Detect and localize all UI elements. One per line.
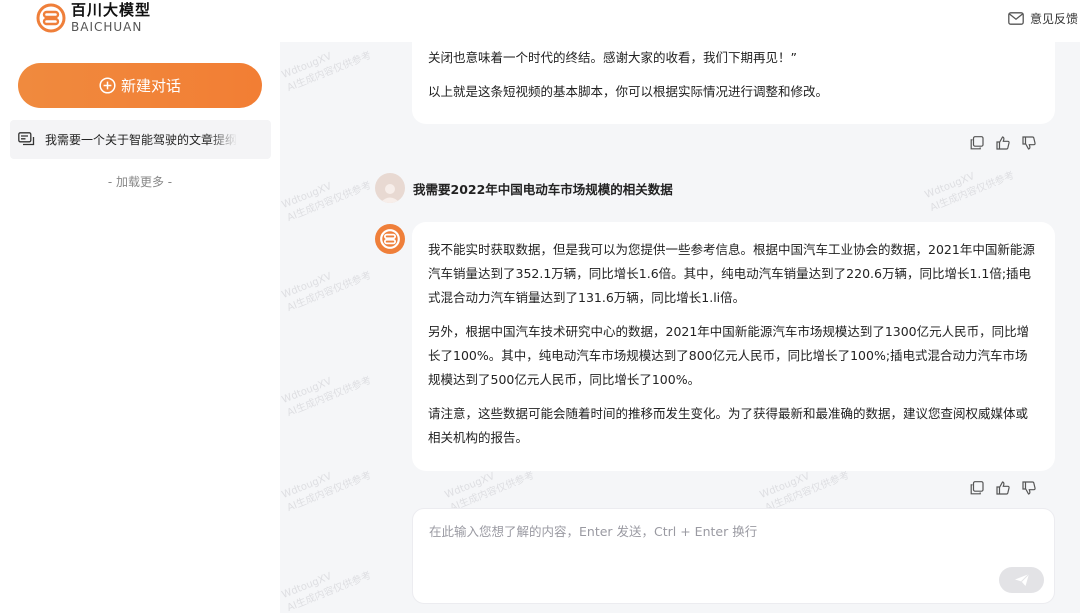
thumbs-down-icon[interactable] <box>1022 136 1036 150</box>
baichuan-logo-icon <box>380 229 400 249</box>
chat-bubble-icon <box>18 132 35 146</box>
watermark: WdtougXVAI生成内容仅供参考 <box>280 570 374 613</box>
logo-title: 百川大模型 <box>71 1 152 19</box>
sidebar: 新建对话 我需要一个关于智能驾驶的文章提纲 - 加载更多 - <box>0 42 280 613</box>
sidebar-history-label: 我需要一个关于智能驾驶的文章提纲 <box>45 133 238 147</box>
plus-circle-icon <box>99 77 116 94</box>
logo-subtitle: BAICHUAN <box>71 20 143 34</box>
message-paragraph: 另外，根据中国汽车技术研究中心的数据，2021年中国新能源汽车市场规模达到了13… <box>428 324 1030 387</box>
chat-area: WdtougXV AI生成内容仅供参考 WdtougXV AI生成内容仅供参考 Wd… <box>280 42 1080 613</box>
copy-icon[interactable] <box>970 136 984 150</box>
user-message: 我需要2022年中国电动车市场规模的相关数据 <box>375 173 673 203</box>
watermark: WdtougXVAI生成内容仅供参考 <box>280 270 374 314</box>
bot-message-previous: 关闭也意味着一个时代的终结。感谢大家的收看，我们下期再见！” 以上就是这条短视频… <box>412 42 1055 124</box>
new-chat-label: 新建对话 <box>120 77 181 95</box>
watermark: WdtougXVAI生成内容仅供参考 <box>280 470 374 514</box>
chat-input-box <box>412 508 1055 604</box>
chat-input[interactable] <box>429 521 989 561</box>
paper-plane-icon <box>1014 573 1029 586</box>
message-actions <box>970 136 1036 150</box>
message-paragraph: 关闭也意味着一个时代的终结。感谢大家的收看，我们下期再见！” <box>428 50 797 65</box>
feedback-link[interactable]: 意见反馈 <box>1008 10 1078 27</box>
watermark: WdtougXVAI生成内容仅供参考 <box>280 375 374 419</box>
load-more-link[interactable]: - 加载更多 - <box>0 173 280 190</box>
message-paragraph: 以上就是这条短视频的基本脚本，你可以根据实际情况进行调整和修改。 <box>428 84 829 99</box>
message-paragraph: 我不能实时获取数据，但是我可以为您提供一些参考信息。根据中国汽车工业协会的数据，… <box>428 242 1035 305</box>
baichuan-logo-icon <box>36 3 66 33</box>
avatar <box>375 173 405 203</box>
watermark: WdtougXVAI生成内容仅供参考 <box>280 50 374 94</box>
thumbs-up-icon[interactable] <box>996 481 1010 495</box>
thumbs-up-icon[interactable] <box>996 136 1010 150</box>
user-avatar-icon <box>380 184 400 203</box>
watermark: WdtougXVAI生成内容仅供参考 <box>280 180 374 224</box>
user-message-text: 我需要2022年中国电动车市场规模的相关数据 <box>413 181 673 197</box>
logo[interactable]: 百川大模型 BAICHUAN <box>36 3 151 33</box>
top-bar: 百川大模型 BAICHUAN 意见反馈 <box>0 0 1080 42</box>
bot-avatar <box>375 224 405 254</box>
send-button[interactable] <box>999 567 1044 593</box>
message-paragraph: 请注意，这些数据可能会随着时间的推移而发生变化。为了获得最新和最准确的数据，建议… <box>428 406 1029 445</box>
mail-icon <box>1008 12 1024 25</box>
feedback-label: 意见反馈 <box>1030 12 1079 26</box>
sidebar-history-item[interactable]: 我需要一个关于智能驾驶的文章提纲 <box>10 120 271 159</box>
new-chat-button[interactable]: 新建对话 <box>18 63 262 108</box>
message-actions <box>970 481 1036 495</box>
bot-message: 我不能实时获取数据，但是我可以为您提供一些参考信息。根据中国汽车工业协会的数据，… <box>412 222 1055 471</box>
thumbs-down-icon[interactable] <box>1022 481 1036 495</box>
watermark: WdtougXVAI生成内容仅供参考 <box>923 170 1017 214</box>
copy-icon[interactable] <box>970 481 984 495</box>
